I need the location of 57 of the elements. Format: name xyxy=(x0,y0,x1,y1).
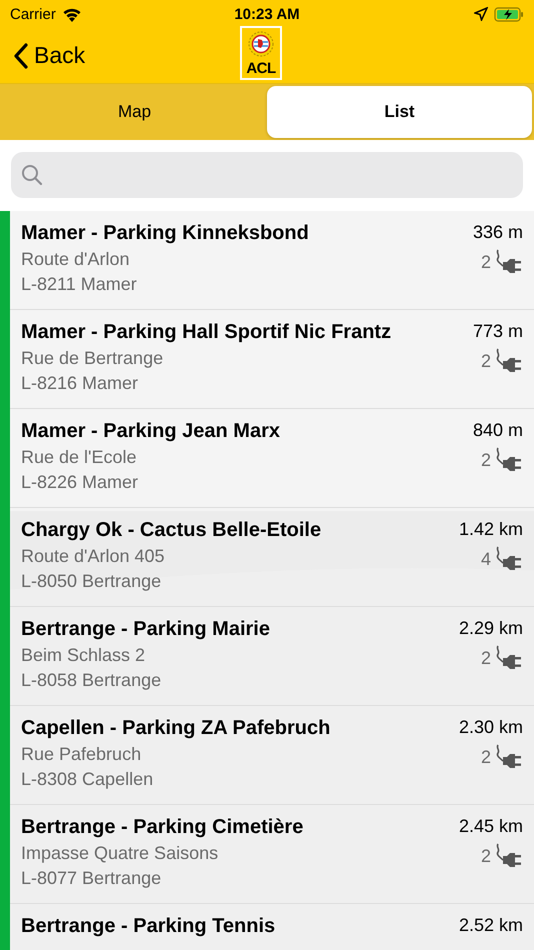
station-name[interactable]: Bertrange - Parking Tennis xyxy=(21,915,276,938)
plug-icon xyxy=(495,447,523,473)
status-time: 10:23 AM xyxy=(234,6,300,22)
station-distance: 2.30 km xyxy=(458,717,523,738)
logo-text: ACL xyxy=(246,60,276,77)
station-distance: 336 m xyxy=(472,222,523,243)
station-name[interactable]: Mamer - Parking Hall Sportif Nic Frantz xyxy=(21,321,392,344)
station-distance: 773 m xyxy=(472,321,523,342)
emblem-icon xyxy=(248,31,274,57)
station-city: L-8226 Mamer xyxy=(21,472,140,493)
station-street: Rue Pafebruch xyxy=(21,744,142,765)
location-arrow-icon xyxy=(474,7,488,21)
station-distance: 840 m xyxy=(472,420,523,441)
station-name[interactable]: Capellen - Parking ZA Pafebruch xyxy=(21,717,330,740)
plug-count: 4 xyxy=(480,548,491,570)
plug-icon xyxy=(495,546,523,572)
segment-tab[interactable]: Map xyxy=(2,86,267,138)
battery-charging-icon xyxy=(494,6,524,22)
carrier-label: Carrier xyxy=(10,6,56,22)
plug-icon xyxy=(495,348,523,374)
station-city: L-8216 Mamer xyxy=(21,373,140,394)
chevron-left-icon xyxy=(14,42,28,68)
station-name[interactable]: Bertrange - Parking Cimetière xyxy=(21,816,304,839)
station-street: Beim Schlass 2 xyxy=(21,645,146,666)
back-button[interactable]: Back xyxy=(0,42,86,69)
segment-tab[interactable]: List xyxy=(267,86,532,138)
plug-count: 2 xyxy=(480,648,491,668)
station-city: L-8211 Mamer xyxy=(21,274,138,295)
station-city: L-8050 Bertrange xyxy=(21,571,162,592)
plug-icon xyxy=(495,645,523,671)
station-city: L-8077 Bertrange xyxy=(21,868,162,889)
plug-count: 2 xyxy=(480,252,491,272)
station-street: Route d'Arlon 405 xyxy=(21,546,166,567)
station-city: L-8058 Bertrange xyxy=(21,670,162,691)
wifi-icon xyxy=(62,6,82,22)
station-street: Route d'Arlon xyxy=(21,249,131,270)
plug-count: 2 xyxy=(480,746,491,768)
station-name[interactable]: Mamer - Parking Jean Marx xyxy=(21,420,280,443)
search-icon xyxy=(21,164,43,186)
plug-icon xyxy=(495,843,523,869)
station-distance: 2.29 km xyxy=(458,618,523,639)
station-street: Rue de Bertrange xyxy=(21,348,164,369)
plug-count: 2 xyxy=(480,350,491,372)
station-distance: 1.42 km xyxy=(458,519,523,540)
station-name[interactable]: Chargy Ok - Cactus Belle-Etoile xyxy=(21,519,322,542)
plug-icon xyxy=(495,744,523,770)
plug-icon xyxy=(495,249,523,275)
search-field[interactable] xyxy=(11,152,523,198)
station-name[interactable]: Mamer - Parking Kinneksbond xyxy=(21,222,309,245)
plug-count: 2 xyxy=(480,846,491,866)
station-distance: 2.45 km xyxy=(458,816,523,837)
station-name[interactable]: Bertrange - Parking Mairie xyxy=(21,618,270,641)
station-distance: 2.52 km xyxy=(458,915,523,936)
station-street: Rue de l'Ecole xyxy=(21,447,138,468)
station-city: L-8308 Capellen xyxy=(21,769,154,790)
plug-count: 2 xyxy=(480,450,491,470)
station-street: Impasse Quatre Saisons xyxy=(21,843,220,864)
